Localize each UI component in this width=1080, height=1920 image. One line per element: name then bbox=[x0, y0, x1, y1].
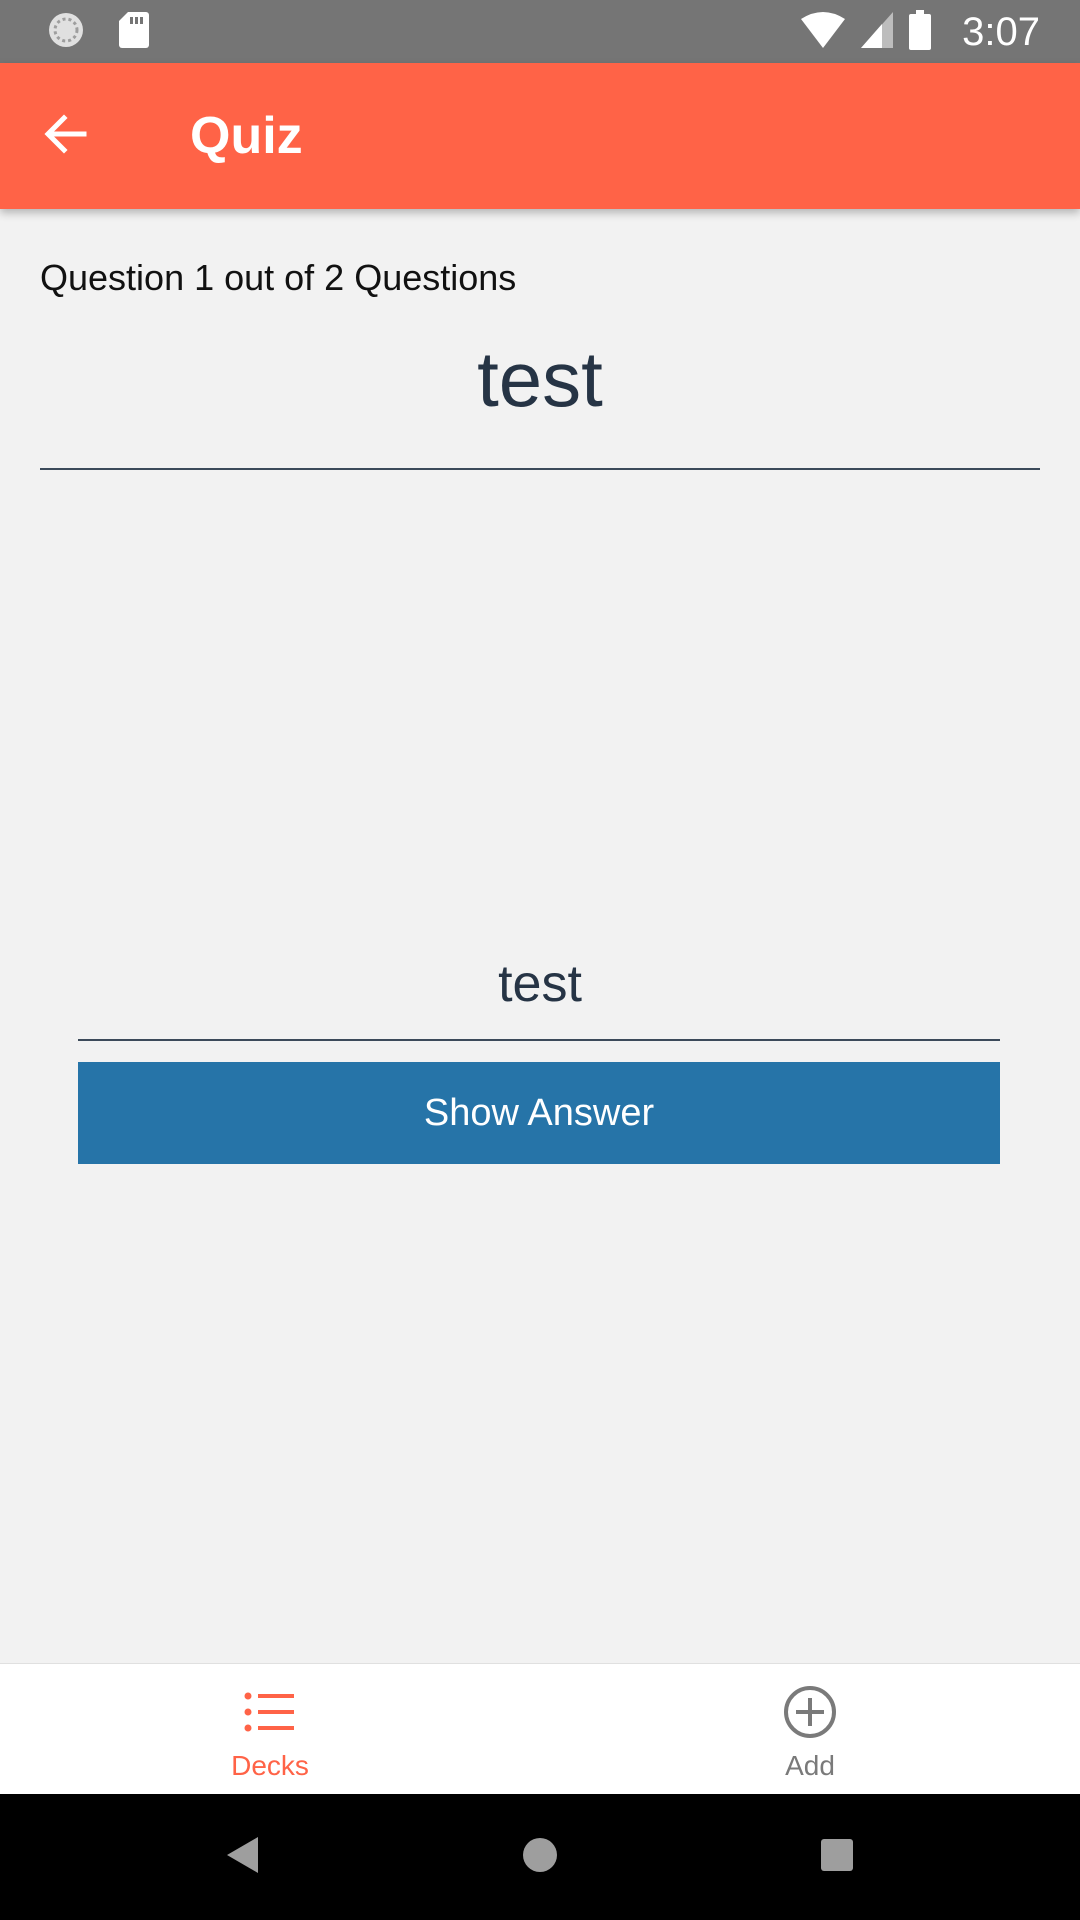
answer-divider bbox=[78, 1039, 1000, 1041]
question-text: test bbox=[477, 335, 603, 423]
cellular-signal-icon bbox=[860, 11, 894, 54]
quiz-screen: 3:07 Quiz Question 1 out of 2 Questions … bbox=[0, 0, 1080, 1920]
battery-icon bbox=[908, 9, 932, 55]
arrow-back-icon bbox=[42, 110, 90, 163]
show-answer-button[interactable]: Show Answer bbox=[78, 1062, 1000, 1164]
answer-text: test bbox=[498, 955, 582, 1013]
nav-recents-button[interactable] bbox=[807, 1827, 867, 1887]
tab-label-decks: Decks bbox=[231, 1750, 309, 1781]
status-bar: 3:07 bbox=[0, 0, 1080, 63]
question-progress: Question 1 out of 2 Questions bbox=[40, 257, 517, 298]
bottom-tab-bar: Decks Add bbox=[0, 1663, 1080, 1795]
quiz-content: Question 1 out of 2 Questions test test … bbox=[0, 209, 1080, 1663]
tab-decks[interactable]: Decks bbox=[0, 1664, 540, 1795]
list-icon bbox=[242, 1684, 298, 1740]
wifi-icon bbox=[800, 11, 846, 54]
nav-back-button[interactable] bbox=[212, 1827, 272, 1887]
sd-card-icon bbox=[118, 10, 150, 55]
status-time: 3:07 bbox=[962, 9, 1040, 54]
back-button[interactable] bbox=[36, 106, 96, 166]
status-right: 3:07 bbox=[800, 8, 1040, 56]
home-circle-icon bbox=[521, 1836, 559, 1879]
question-divider bbox=[40, 468, 1040, 470]
status-left bbox=[46, 10, 150, 55]
tab-add[interactable]: Add bbox=[540, 1664, 1080, 1795]
add-circle-icon bbox=[782, 1684, 838, 1740]
sync-icon bbox=[46, 10, 86, 55]
system-nav-bar bbox=[0, 1794, 1080, 1920]
recents-square-icon bbox=[819, 1837, 855, 1878]
tab-label-add: Add bbox=[785, 1750, 835, 1781]
app-bar: Quiz bbox=[0, 63, 1080, 209]
nav-home-button[interactable] bbox=[510, 1827, 570, 1887]
back-triangle-icon bbox=[224, 1835, 260, 1880]
page-title: Quiz bbox=[190, 107, 303, 165]
